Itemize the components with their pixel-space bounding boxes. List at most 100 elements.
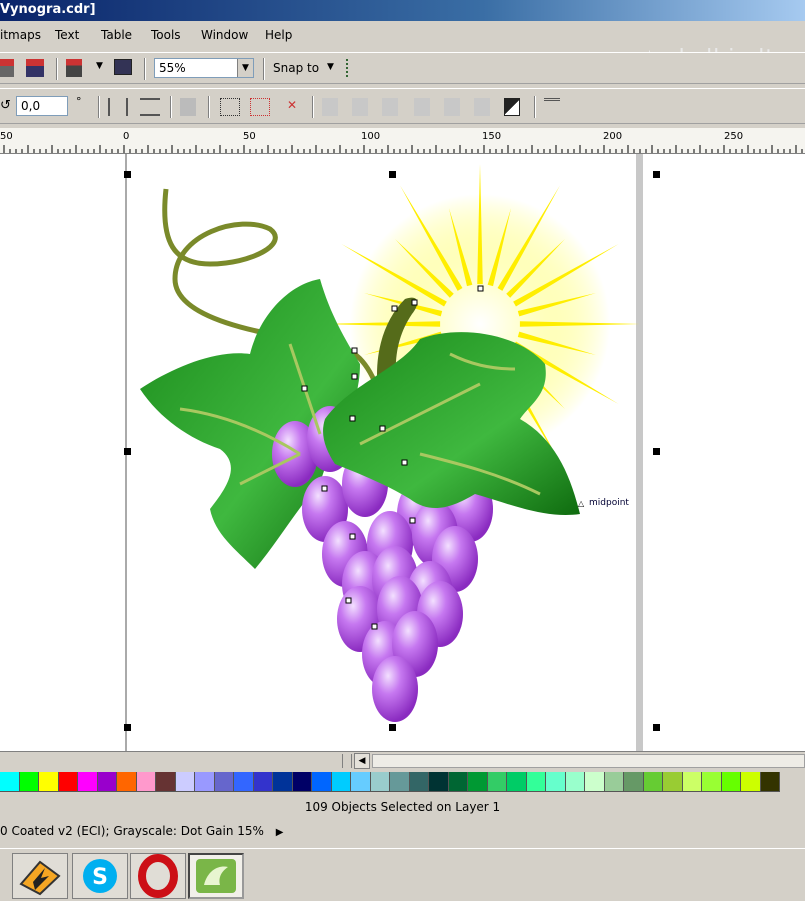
toolbar-separator <box>263 58 265 80</box>
options-icon[interactable] <box>346 59 362 77</box>
group-icon[interactable] <box>180 98 196 116</box>
opera-icon[interactable] <box>130 853 186 899</box>
color-swatch[interactable] <box>507 772 527 792</box>
mirror-vertical-icon[interactable] <box>140 98 160 116</box>
menu-tools[interactable]: Tools <box>151 28 181 42</box>
color-swatch[interactable] <box>370 772 390 792</box>
color-swatch[interactable] <box>351 772 371 792</box>
menu-window[interactable]: Window <box>201 28 248 42</box>
grape[interactable] <box>372 656 418 722</box>
break-apart-icon[interactable] <box>352 98 368 116</box>
combine-icon[interactable] <box>322 98 338 116</box>
color-swatch[interactable] <box>682 772 702 792</box>
color-swatch[interactable] <box>156 772 176 792</box>
taskbar: S <box>0 848 805 900</box>
color-swatch[interactable] <box>234 772 254 792</box>
property-bar: ↺ 0,0 ° ✕ <box>0 88 805 124</box>
color-swatch[interactable] <box>136 772 156 792</box>
color-swatch[interactable] <box>526 772 546 792</box>
menu-bitmaps[interactable]: itmaps <box>0 28 41 42</box>
color-swatch[interactable] <box>253 772 273 792</box>
align-distribute-icon[interactable] <box>544 98 560 116</box>
color-swatch[interactable] <box>117 772 137 792</box>
ruler-label: 0 <box>123 131 130 142</box>
group-objects-icon[interactable] <box>220 98 240 116</box>
coreldraw-icon[interactable] <box>188 853 244 899</box>
export-icon[interactable] <box>26 59 44 77</box>
color-swatch[interactable] <box>565 772 585 792</box>
zoom-dropdown-icon[interactable]: ▼ <box>237 59 253 77</box>
color-swatch[interactable] <box>39 772 59 792</box>
svg-text:S: S <box>92 865 108 890</box>
color-swatch[interactable] <box>585 772 605 792</box>
application-launcher-icon[interactable] <box>66 59 82 77</box>
winamp-icon[interactable] <box>12 853 68 899</box>
horizontal-ruler[interactable]: 50 0 50 100 150 200 250 <box>0 128 805 154</box>
toolbar-separator <box>170 96 172 118</box>
color-swatch[interactable] <box>0 772 20 792</box>
color-swatch[interactable] <box>273 772 293 792</box>
color-swatch[interactable] <box>741 772 761 792</box>
color-swatch[interactable] <box>19 772 39 792</box>
color-swatch[interactable] <box>312 772 332 792</box>
profile-arrow-icon[interactable]: ▶ <box>276 827 284 838</box>
color-swatch[interactable] <box>409 772 429 792</box>
midpoint-marker-icon: △ <box>578 499 585 508</box>
selection-status-text: 109 Objects Selected on Layer 1 <box>304 800 501 814</box>
page-left-area <box>0 154 126 751</box>
color-swatch[interactable] <box>721 772 741 792</box>
status-color-profile[interactable]: 0 Coated v2 (ECI); Grayscale: Dot Gain 1… <box>0 820 805 842</box>
page-tab-splitter[interactable] <box>342 754 352 768</box>
color-swatch[interactable] <box>702 772 722 792</box>
artwork[interactable]: △ midpoint <box>0 154 805 751</box>
color-swatch[interactable] <box>292 772 312 792</box>
drawing-canvas[interactable]: △ midpoint <box>0 154 805 751</box>
snap-dropdown-icon[interactable]: ▼ <box>327 62 334 72</box>
welcome-screen-icon[interactable] <box>114 59 132 75</box>
color-swatch[interactable] <box>429 772 449 792</box>
color-swatch[interactable] <box>760 772 780 792</box>
color-swatch[interactable] <box>195 772 215 792</box>
simplify-icon[interactable] <box>474 98 490 116</box>
launcher-dropdown-icon[interactable]: ▼ <box>96 61 103 71</box>
color-swatch[interactable] <box>604 772 624 792</box>
color-swatch[interactable] <box>643 772 663 792</box>
menu-table[interactable]: Table <box>101 28 132 42</box>
color-swatch[interactable] <box>546 772 566 792</box>
weld-icon[interactable] <box>382 98 398 116</box>
color-swatch[interactable] <box>175 772 195 792</box>
color-swatch[interactable] <box>663 772 683 792</box>
color-swatch[interactable] <box>390 772 410 792</box>
color-swatch[interactable] <box>487 772 507 792</box>
color-swatch[interactable] <box>331 772 351 792</box>
color-swatch[interactable] <box>214 772 234 792</box>
rotation-field[interactable]: 0,0 <box>16 96 68 116</box>
import-icon[interactable] <box>0 59 14 77</box>
color-swatch[interactable] <box>448 772 468 792</box>
skype-icon[interactable]: S <box>72 853 128 899</box>
color-swatch[interactable] <box>97 772 117 792</box>
ruler-label: 100 <box>361 131 381 142</box>
color-swatch[interactable] <box>624 772 644 792</box>
ruler-label: 250 <box>724 131 744 142</box>
toolbar-separator <box>208 96 210 118</box>
intersect-icon[interactable] <box>444 98 460 116</box>
color-palette[interactable] <box>0 772 805 792</box>
menu-bar: itmaps Text Table Tools Window Help <box>0 24 805 48</box>
ungroup-all-icon[interactable]: ✕ <box>282 98 302 116</box>
mirror-horizontal-icon[interactable] <box>108 98 128 116</box>
snap-to-button[interactable]: Snap to <box>273 61 319 75</box>
scroll-left-arrow-icon[interactable]: ◀ <box>354 753 370 769</box>
color-swatch[interactable] <box>468 772 488 792</box>
ruler-label: 50 <box>243 131 256 142</box>
color-swatch[interactable] <box>78 772 98 792</box>
menu-help[interactable]: Help <box>265 28 292 42</box>
scrollbar-track[interactable] <box>372 754 805 768</box>
ungroup-icon[interactable] <box>250 98 270 116</box>
zoom-combo[interactable]: 55% ▼ <box>154 58 254 78</box>
menu-text[interactable]: Text <box>55 28 79 42</box>
color-swatch[interactable] <box>58 772 78 792</box>
front-minus-back-icon[interactable] <box>504 98 520 116</box>
horizontal-scrollbar[interactable]: ◀ <box>0 751 805 769</box>
trim-icon[interactable] <box>414 98 430 116</box>
